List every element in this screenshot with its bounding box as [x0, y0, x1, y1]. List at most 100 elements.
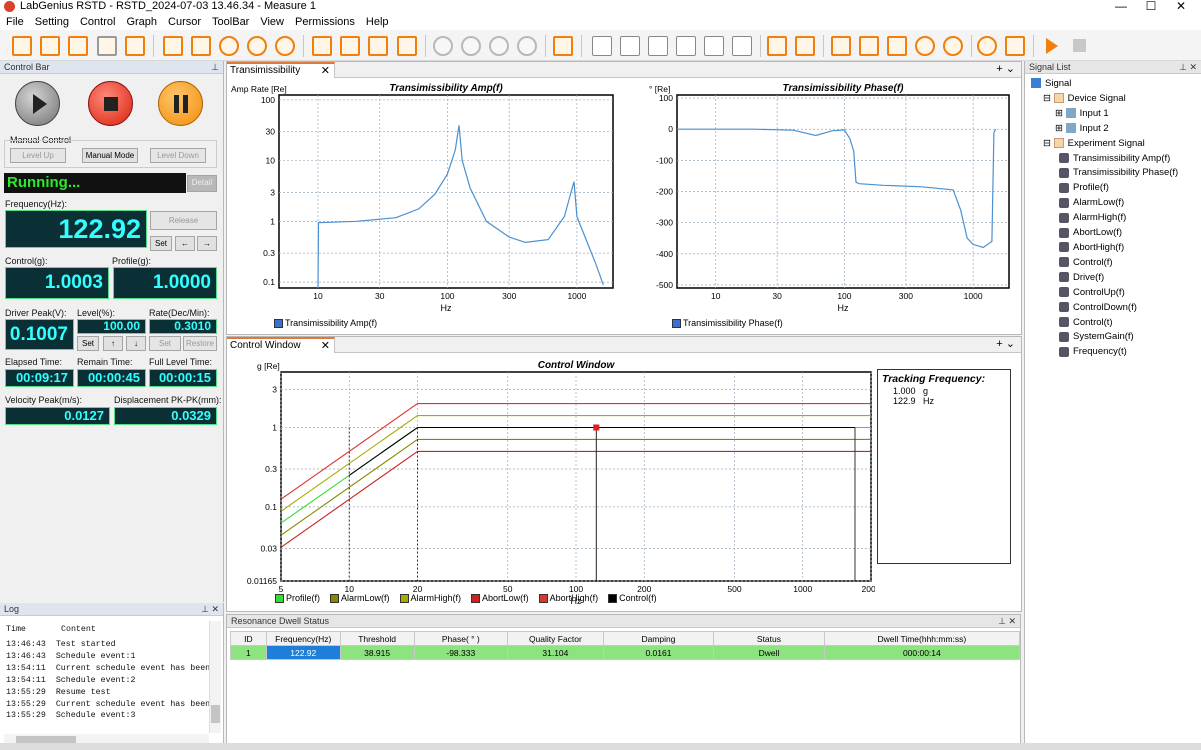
checkbox-icon[interactable] — [608, 594, 618, 604]
legend-item[interactable]: Profile(f) — [275, 593, 320, 604]
set-frequency-button[interactable]: Set — [150, 236, 172, 251]
diagonal-cursor-icon[interactable] — [887, 36, 907, 56]
horizontal-cursor-icon[interactable] — [831, 36, 851, 56]
chart-1-icon[interactable] — [592, 36, 612, 56]
tree-signal-item[interactable]: AbortLow(f) — [1031, 226, 1178, 241]
wave-2-icon[interactable] — [461, 36, 481, 56]
close-control-tab-icon[interactable]: ✕ — [321, 339, 330, 353]
open-folder-icon[interactable] — [97, 36, 117, 56]
stop-icon[interactable] — [1073, 39, 1086, 52]
level-up-arrow-button[interactable]: ↑ — [103, 336, 123, 351]
tree-signal-item[interactable]: Control(f) — [1031, 256, 1178, 271]
zoom-out-icon[interactable] — [943, 36, 963, 56]
frequency-left-button[interactable]: ← — [175, 236, 195, 251]
close-tab-icon[interactable]: ✕ — [321, 64, 330, 78]
rate-input[interactable]: 0.3010 — [149, 319, 217, 334]
level-up-button[interactable]: Level Up — [10, 148, 66, 163]
checkbox-icon[interactable] — [399, 594, 409, 604]
play-icon[interactable] — [1046, 38, 1058, 54]
report-icon[interactable] — [163, 36, 183, 56]
resonance-pin-close-icon[interactable]: ⊥ ✕ — [998, 615, 1016, 628]
menu-help[interactable]: Help — [360, 14, 394, 30]
limit-2-icon[interactable] — [340, 36, 360, 56]
tree-input-2[interactable]: ⊞ Input 2 — [1031, 122, 1178, 137]
save-icon[interactable] — [40, 36, 60, 56]
pause-button[interactable] — [158, 81, 203, 126]
chart-2-icon[interactable] — [620, 36, 640, 56]
zoom-in-icon[interactable] — [915, 36, 935, 56]
menu-view[interactable]: View — [254, 14, 289, 30]
set-level-button[interactable]: Set — [77, 336, 99, 351]
limit-3-icon[interactable] — [368, 36, 388, 56]
signal-list-pin-close-icon[interactable]: ⊥ ✕ — [1179, 61, 1197, 74]
menu-permissions[interactable]: Permissions — [289, 14, 360, 30]
save-as-icon[interactable] — [68, 36, 88, 56]
profile-icon[interactable] — [247, 36, 267, 56]
menu-file[interactable]: File — [0, 14, 29, 30]
tree-signal-item[interactable]: Frequency(t) — [1031, 345, 1178, 360]
tree-signal-item[interactable]: ControlUp(f) — [1031, 286, 1178, 301]
tree-input-1[interactable]: ⊞ Input 1 — [1031, 107, 1178, 122]
chart-4-icon[interactable] — [676, 36, 696, 56]
detail-button[interactable]: Detail — [187, 175, 217, 192]
level-down-button[interactable]: Level Down — [150, 148, 206, 163]
legend-item[interactable]: AbortLow(f) — [471, 593, 529, 604]
export-icon[interactable] — [125, 36, 145, 56]
channel-icon[interactable] — [191, 36, 211, 56]
wave-3-icon[interactable] — [489, 36, 509, 56]
legend-item[interactable]: AlarmHigh(f) — [399, 593, 461, 604]
copy-icon[interactable] — [397, 36, 417, 56]
new-file-icon[interactable] — [12, 36, 32, 56]
control-panel-menu-icon[interactable]: + ⌄ — [996, 337, 1015, 350]
checkbox-icon[interactable] — [330, 594, 340, 604]
tree-signal-item[interactable]: AbortHigh(f) — [1031, 241, 1178, 256]
cross-icon[interactable] — [1005, 36, 1025, 56]
menu-setting[interactable]: Setting — [29, 14, 74, 30]
tree-signal-item[interactable]: Drive(f) — [1031, 271, 1178, 286]
schedule-clock-icon[interactable] — [275, 36, 295, 56]
legend-item[interactable]: AbortHigh(f) — [538, 593, 598, 604]
panel-menu-icon[interactable]: + ⌄ — [996, 62, 1015, 75]
wave-1-icon[interactable] — [433, 36, 453, 56]
minimize-button[interactable]: — — [1106, 0, 1136, 12]
menu-toolbar[interactable]: ToolBar — [206, 14, 254, 30]
chart-3-icon[interactable] — [648, 36, 668, 56]
log-pin-close-icon[interactable]: ⊥ ✕ — [201, 603, 219, 616]
pin-icon[interactable]: ⊥ — [211, 61, 219, 74]
tree-signal-item[interactable]: AlarmHigh(f) — [1031, 211, 1178, 226]
checkbox-icon[interactable] — [274, 319, 283, 329]
legend-item[interactable]: AlarmLow(f) — [330, 593, 390, 604]
tree-signal-item[interactable]: Transimissibility Amp(f) — [1031, 152, 1178, 167]
tree-device-signal[interactable]: ⊟ Device Signal — [1031, 92, 1178, 107]
legend-item[interactable]: Control(f) — [608, 593, 657, 604]
tab-transmissibility[interactable]: Transimissibility ✕ — [227, 62, 335, 78]
tree-experiment-signal[interactable]: ⊟ Experiment Signal — [1031, 137, 1178, 152]
play-button[interactable] — [15, 81, 60, 126]
refresh-icon[interactable] — [977, 36, 997, 56]
checkbox-icon[interactable] — [672, 319, 681, 329]
vertical-cursor-icon[interactable] — [859, 36, 879, 56]
tree-signal-item[interactable]: ControlDown(f) — [1031, 301, 1178, 316]
tree-root[interactable]: Signal — [1031, 77, 1178, 92]
close-button[interactable]: ✕ — [1166, 0, 1196, 12]
layout-2-icon[interactable] — [795, 36, 815, 56]
tab-control-window[interactable]: Control Window ✕ — [227, 337, 335, 353]
limit-icon[interactable] — [312, 36, 332, 56]
checkbox-icon[interactable] — [471, 594, 481, 604]
frequency-right-button[interactable]: → — [197, 236, 217, 251]
chart-5-icon[interactable] — [704, 36, 724, 56]
settings-gear-icon[interactable] — [219, 36, 239, 56]
wave-4-icon[interactable] — [517, 36, 537, 56]
checkbox-icon[interactable] — [538, 594, 548, 604]
phase-legend[interactable]: Transimissibility Phase(f) — [672, 318, 783, 329]
checkbox-icon[interactable] — [275, 594, 284, 604]
tree-signal-item[interactable]: Transimissibility Phase(f) — [1031, 166, 1178, 181]
log-scrollbar[interactable] — [209, 621, 221, 733]
layout-1-icon[interactable] — [767, 36, 787, 56]
amp-legend[interactable]: Transimissibility Amp(f) — [274, 318, 377, 329]
tree-signal-item[interactable]: Control(t) — [1031, 316, 1178, 331]
table-row[interactable]: 1 122.92 38.915 -98.333 31.104 0.0161 Dw… — [230, 645, 1021, 660]
stop-button[interactable] — [88, 81, 133, 126]
window-icon[interactable] — [553, 36, 573, 56]
tree-signal-item[interactable]: AlarmLow(f) — [1031, 196, 1178, 211]
